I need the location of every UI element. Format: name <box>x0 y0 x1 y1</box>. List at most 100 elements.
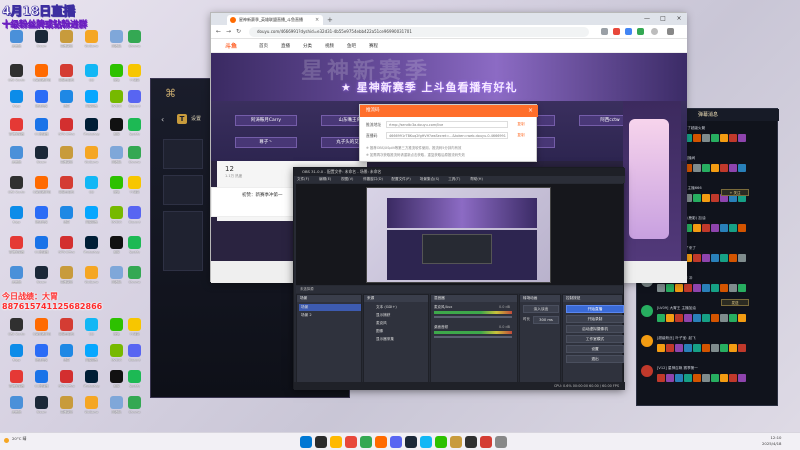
desktop-shortcut[interactable]: OBS Studio <box>4 64 29 88</box>
obs-menu-item[interactable]: 编辑(E) <box>319 176 331 183</box>
desktop-shortcut[interactable]: 雷神加速器 <box>4 118 29 142</box>
site-nav-item[interactable]: 鱼吧 <box>347 43 356 49</box>
extension-icon[interactable] <box>637 28 644 35</box>
desktop-shortcut[interactable]: Photoshop <box>79 118 104 142</box>
desktop-shortcut[interactable]: 腾讯会议 <box>29 90 54 114</box>
close-window-button[interactable]: × <box>671 13 687 25</box>
taskbar-app-icon[interactable] <box>360 436 372 448</box>
site-nav-item[interactable]: 视频 <box>325 43 334 49</box>
desktop-shortcut[interactable]: OBS Studio <box>4 176 29 200</box>
source-item[interactable]: 显示捕获 <box>368 312 426 319</box>
obs-menu-item[interactable]: 工具(T) <box>448 176 460 183</box>
obs-menu-item[interactable]: 配置文件(P) <box>391 176 410 183</box>
site-nav-item[interactable]: 首页 <box>259 43 268 49</box>
forward-button[interactable]: → <box>226 28 231 35</box>
desktop-shortcut[interactable]: WeGame <box>79 396 104 420</box>
taskbar-app-icon[interactable] <box>465 436 477 448</box>
site-nav-item[interactable]: 直播 <box>281 43 290 49</box>
desktop-shortcut[interactable]: Chrome <box>122 396 147 420</box>
maximize-button[interactable]: □ <box>655 13 671 25</box>
desktop-shortcut[interactable]: YY语音 <box>122 64 147 88</box>
weather-text[interactable]: 20°C 晴 <box>12 436 26 442</box>
volume-slider[interactable] <box>434 316 512 318</box>
streamer-chip[interactable]: 阿涛鞍月Carry <box>235 115 297 126</box>
back-button[interactable]: ← <box>216 28 221 35</box>
address-bar[interactable]: douyu.com/4666991?dyshid=e32d31-4b55e975… <box>249 27 589 37</box>
scene-item[interactable]: 场景 2 <box>299 312 361 319</box>
menu-icon[interactable] <box>667 28 674 35</box>
user-avatar[interactable] <box>641 335 653 347</box>
browser-tab[interactable]: 星神新赛季_英雄联盟直播_斗鱼直播 <box>227 15 323 25</box>
desktop-shortcut[interactable]: 英雄联盟 <box>54 266 79 290</box>
lol-settings-label[interactable]: 设置 <box>191 115 201 122</box>
dialog-close-icon[interactable]: × <box>528 105 533 117</box>
weather-icon[interactable] <box>4 438 9 443</box>
desktop-shortcut[interactable]: Chrome <box>122 146 147 170</box>
desktop-shortcut[interactable]: WeGame <box>79 266 104 290</box>
desktop-shortcut[interactable]: 英雄联盟 <box>54 30 79 54</box>
desktop-shortcut[interactable]: UU加速器 <box>29 370 54 394</box>
taskbar-app-icon[interactable] <box>420 436 432 448</box>
taskbar-app-icon[interactable] <box>315 436 327 448</box>
desktop-shortcut[interactable]: 网易云音乐 <box>54 176 79 200</box>
desktop-shortcut[interactable]: 此电脑 <box>4 266 29 290</box>
taskbar-app-icon[interactable] <box>345 436 357 448</box>
desktop-shortcut[interactable]: 斗鱼直播伴侣 <box>29 176 54 200</box>
desktop-shortcut[interactable]: 百度网盘 <box>79 344 104 368</box>
virtual-camera-button[interactable]: 启动虚拟摄像机 <box>566 325 624 333</box>
desktop-shortcut[interactable]: QQ <box>79 176 104 200</box>
desktop-shortcut[interactable]: Steam <box>29 396 54 420</box>
desktop-shortcut[interactable]: Discord <box>122 90 147 114</box>
desktop-shortcut[interactable]: Chrome <box>122 266 147 290</box>
desktop-shortcut[interactable]: 迅雷 <box>54 344 79 368</box>
taskbar-app-icon[interactable] <box>480 436 492 448</box>
exit-button[interactable]: 退出 <box>566 355 624 363</box>
desktop-shortcut[interactable]: WPS Office <box>54 236 79 260</box>
desktop-shortcut[interactable]: 腾讯会议 <box>29 206 54 230</box>
back-arrow-icon[interactable]: ‹ <box>161 115 164 124</box>
obs-window[interactable]: OBS 31.0.0 - 配置文件: 未命名 - 场景: 未命名 文件(F) 编辑… <box>293 167 625 390</box>
desktop-shortcut[interactable]: Steam <box>29 30 54 54</box>
desktop-shortcut[interactable]: 雷神加速器 <box>4 236 29 260</box>
settings-button[interactable]: 设置 <box>566 345 624 353</box>
taskbar-app-icon[interactable] <box>450 436 462 448</box>
desktop-shortcut[interactable]: 此电脑 <box>4 30 29 54</box>
desktop-shortcut[interactable]: QQ <box>79 64 104 88</box>
event-banner[interactable]: 星神新赛季 ★ 星神新赛季 上斗鱼看播有好礼 <box>211 53 687 101</box>
extension-icon[interactable] <box>625 28 632 35</box>
desktop-shortcut[interactable]: OBS Studio <box>4 318 29 342</box>
obs-menu-item[interactable]: 文件(F) <box>297 176 309 183</box>
send-button[interactable]: 发送 <box>721 299 749 306</box>
source-item[interactable]: 文本 (GDI+) <box>368 304 426 311</box>
desktop-shortcut[interactable]: Photoshop <box>79 236 104 260</box>
desktop-shortcut[interactable]: Discord <box>122 344 147 368</box>
bookmark-icon[interactable] <box>601 28 608 35</box>
taskbar-app-icon[interactable] <box>390 436 402 448</box>
copy-key-button[interactable]: 复制 <box>512 132 530 139</box>
desktop-shortcut[interactable]: WeGame <box>79 30 104 54</box>
profile-avatar[interactable] <box>651 28 658 35</box>
system-clock[interactable]: 12:10 2025/4/18 <box>762 435 781 447</box>
desktop-shortcut[interactable]: 斗鱼直播伴侣 <box>29 64 54 88</box>
desktop-shortcut[interactable]: Spotify <box>122 236 147 260</box>
site-logo[interactable]: 斗鱼 <box>225 41 237 50</box>
volume-slider[interactable] <box>434 336 512 338</box>
desktop-shortcut[interactable]: 网易云音乐 <box>54 318 79 342</box>
desktop-shortcut[interactable]: 英雄联盟 <box>54 146 79 170</box>
site-nav-item[interactable]: 赛程 <box>369 43 378 49</box>
desktop-shortcut[interactable]: WeGame <box>79 146 104 170</box>
studio-mode-button[interactable]: 工作室模式 <box>566 335 624 343</box>
taskbar-app-icon[interactable] <box>495 436 507 448</box>
copy-server-button[interactable]: 复制 <box>512 121 530 128</box>
server-url-field[interactable]: rtmp://sendtc3a.douyu.com/live <box>386 121 508 128</box>
start-streaming-button[interactable]: 开始直播 <box>566 305 624 313</box>
obs-menu-item[interactable]: 帮助(H) <box>470 176 483 183</box>
desktop-shortcut[interactable]: WPS Office <box>54 370 79 394</box>
source-item[interactable]: 麦克风 <box>368 320 426 327</box>
taskbar-app-icon[interactable] <box>375 436 387 448</box>
taskbar-app-icon[interactable] <box>300 436 312 448</box>
room-card-small[interactable]: 初赞：新赛季冲第一 <box>211 187 301 217</box>
follow-button[interactable]: + 关注 <box>721 189 749 196</box>
desktop-shortcut[interactable]: 此电脑 <box>4 396 29 420</box>
minimize-button[interactable]: — <box>639 13 655 25</box>
